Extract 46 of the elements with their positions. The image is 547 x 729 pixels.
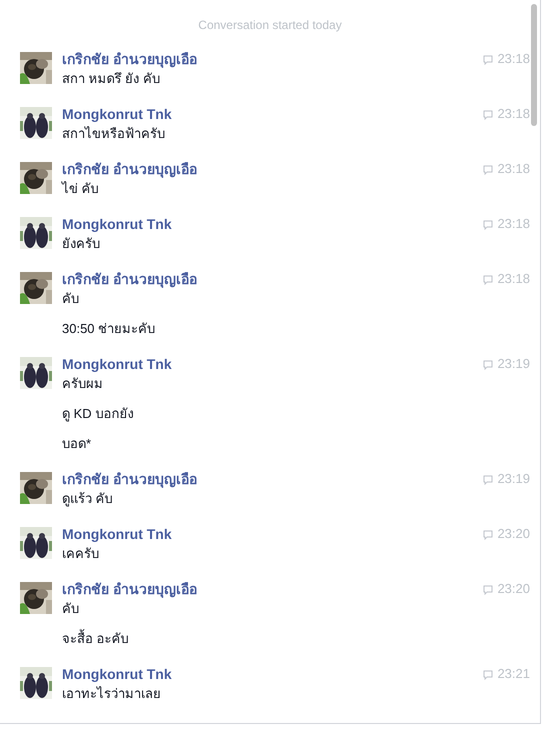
chat-icon <box>483 530 494 540</box>
message-text: คับ <box>62 600 80 618</box>
sender-name[interactable]: เกริกชัย อำนวยบุญเอือ <box>62 578 484 600</box>
message-text: 30:50 ช่ายมะคับ <box>62 320 156 338</box>
sender-name[interactable]: Mongkonrut Tnk <box>62 664 484 684</box>
message-text: เอาทะไรว่ามาเลย <box>62 685 162 703</box>
sender-name[interactable]: Mongkonrut Tnk <box>62 104 484 124</box>
message-time: 23:20 <box>497 525 530 544</box>
sender-name[interactable]: Mongkonrut Tnk <box>62 354 484 374</box>
message-text: สกาไขหรือฟ้าครับ <box>62 125 166 143</box>
message-text: เคครับ <box>62 545 100 563</box>
message-text: บอด* <box>62 435 92 453</box>
scrollbar-thumb[interactable] <box>531 4 537 126</box>
message-text: จะสื้อ อะคับ <box>62 629 130 648</box>
message-time: 23:18 <box>497 50 530 68</box>
message-time: 23:18 <box>497 270 530 288</box>
message-text: ยังครับ <box>62 235 101 253</box>
sender-name[interactable]: Mongkonrut Tnk <box>62 524 484 544</box>
message-time: 23:19 <box>497 470 530 488</box>
sender-name[interactable]: เกริกชัย อำนวยบุญเอือ <box>62 268 484 290</box>
chat-icon <box>483 475 494 485</box>
message-text: ไข่ คับ <box>62 180 100 198</box>
message-time: 23:21 <box>497 665 530 684</box>
chat-icon <box>483 585 494 595</box>
chat-icon <box>483 110 494 120</box>
chat-icon <box>483 165 494 175</box>
message-time: 23:19 <box>497 355 530 374</box>
chat-icon <box>483 360 494 370</box>
sender-name[interactable]: เกริกชัย อำนวยบุญเอือ <box>62 468 484 490</box>
message-time: 23:18 <box>497 160 530 178</box>
chat-icon <box>483 55 494 65</box>
date-header: Conversation started today <box>197 17 343 34</box>
message-text: ดู KD บอกยัง <box>62 405 134 424</box>
message-text: ดูแร้ว คับ <box>62 490 114 508</box>
chat-icon <box>483 275 494 285</box>
sender-name[interactable]: เกริกชัย อำนวยบุญเอือ <box>62 158 484 180</box>
sender-name[interactable]: Mongkonrut Tnk <box>62 214 484 234</box>
message-text: ครับผม <box>62 375 104 393</box>
message-text: สกา หมดรึ ยัง คับ <box>62 70 161 88</box>
message-time: 23:18 <box>497 215 530 234</box>
sender-name[interactable]: เกริกชัย อำนวยบุญเอือ <box>62 48 484 70</box>
message-time: 23:18 <box>497 105 530 124</box>
chat-icon <box>483 670 494 680</box>
chat-icon <box>483 220 494 230</box>
message-time: 23:20 <box>497 580 530 598</box>
message-text: คับ <box>62 290 80 308</box>
